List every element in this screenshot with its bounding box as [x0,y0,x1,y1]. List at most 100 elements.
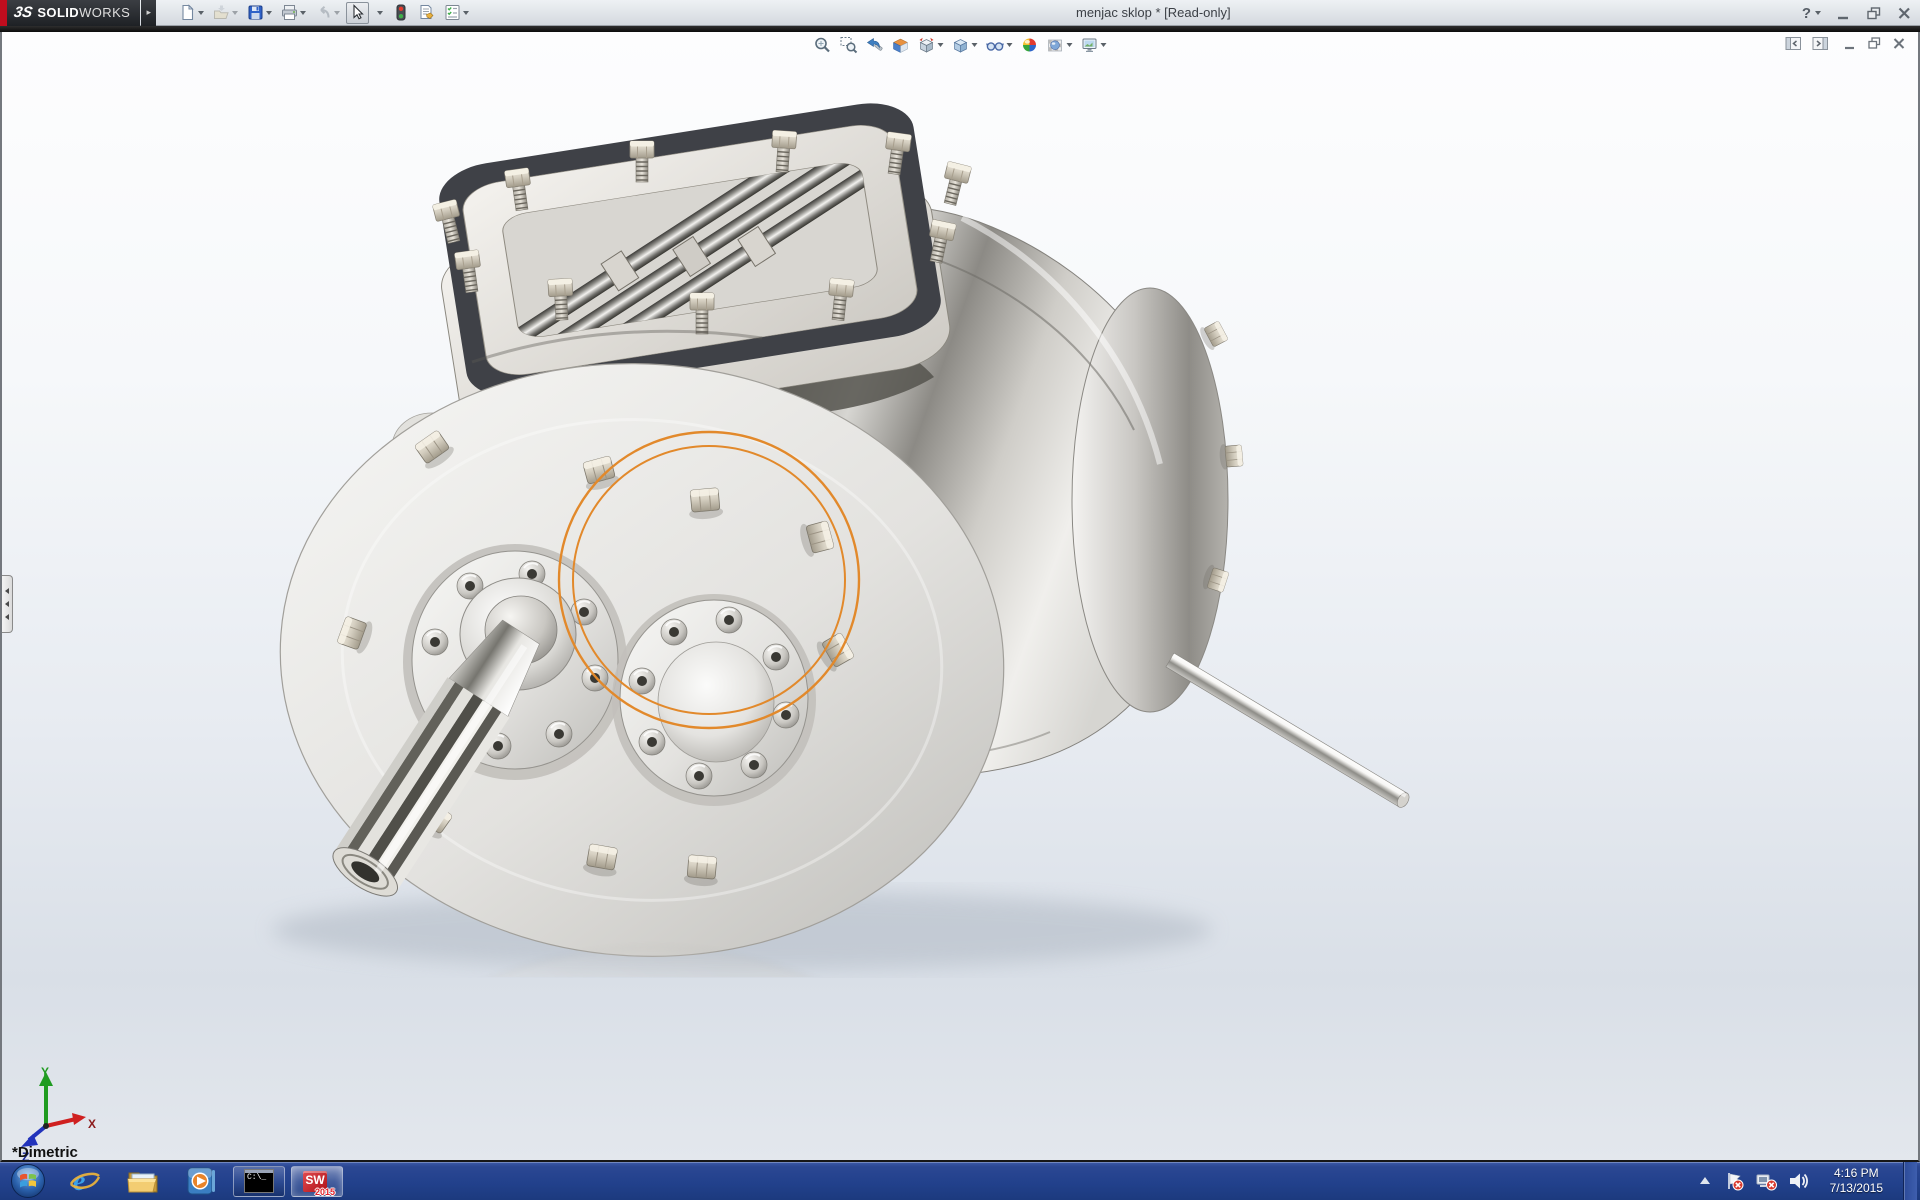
rebuild-button[interactable] [389,2,412,24]
cover-bearing-boss[interactable] [612,594,816,806]
heads-up-view-toolbar [812,35,1109,55]
select-cursor-icon [349,4,366,21]
help-dropdown-caret[interactable] [1815,11,1821,15]
solidworks-logo[interactable]: 3S SOLID WORKS [0,0,140,26]
hide-show-items-button[interactable] [984,35,1015,55]
windows-start-icon [9,1162,47,1200]
folder-icon [126,1166,160,1196]
collapse-pane-left-button[interactable] [1785,36,1802,51]
new-document-button[interactable] [176,2,207,24]
show-hidden-icons-button[interactable] [1697,1174,1713,1188]
triad-x-label: X [88,1117,96,1131]
gearbox-model[interactable] [260,96,1411,980]
3d-viewport-canvas[interactable] [2,32,1920,1162]
menu-expand-button[interactable]: ▸ [141,0,156,26]
taskbar-media-player[interactable] [172,1162,230,1200]
brand-bold: SOLID [37,5,79,20]
action-center-icon[interactable] [1724,1171,1744,1191]
main-toolbar [176,2,472,24]
command-prompt-icon: C:\_ [244,1169,274,1193]
title-bar: 3S SOLID WORKS ▸ [0,0,1920,26]
minimize-button[interactable] [1836,6,1851,21]
document-title: menjac sklop * [Read-only] [1076,0,1231,26]
new-document-icon [179,4,196,21]
save-button[interactable] [244,2,275,24]
save-dropdown-caret[interactable] [266,11,272,15]
clock-date: 7/13/2015 [1830,1181,1883,1196]
view-settings-button[interactable] [1079,35,1109,55]
zoom-to-fit-icon [814,36,832,54]
section-view-button[interactable] [890,35,912,55]
solidworks-window: 3S SOLID WORKS ▸ [0,0,1920,1200]
file-properties-icon [418,4,435,21]
view-orientation-icon [918,36,936,54]
taskbar-solidworks[interactable]: SW 2015 [291,1166,343,1197]
volume-icon[interactable] [1788,1171,1810,1191]
display-style-button[interactable] [950,35,980,55]
close-button[interactable] [1897,6,1912,21]
taskbar-windows-explorer[interactable] [114,1162,172,1200]
svg-text:e: e [73,1166,85,1197]
open-document-icon [213,4,230,21]
taskbar-command-prompt[interactable]: C:\_ [233,1166,285,1197]
print-dropdown-caret[interactable] [300,11,306,15]
doc-restore-button[interactable] [1867,36,1882,51]
select-button[interactable] [346,2,369,24]
taskbar-clock[interactable]: 4:16 PM 7/13/2015 [1830,1166,1883,1196]
help-icon: ? [1802,5,1811,22]
options-button[interactable] [441,2,472,24]
apply-scene-button[interactable] [1045,35,1075,55]
rebuild-traffic-light-icon [392,4,409,21]
start-button[interactable] [0,1162,56,1200]
print-button[interactable] [278,2,309,24]
chevron-left-icon [5,601,9,607]
previous-view-icon [866,36,884,54]
view-orientation-caret[interactable] [938,43,944,47]
select-dropdown-caret [377,11,383,15]
show-desktop-button[interactable] [1903,1162,1917,1200]
zoom-to-area-button[interactable] [838,35,860,55]
network-disconnected-icon[interactable] [1755,1171,1777,1191]
view-settings-caret[interactable] [1101,43,1107,47]
windows-taskbar: e C:\_ [0,1162,1920,1200]
solidworks-2015-icon: SW 2015 [302,1168,332,1195]
zoom-to-area-icon [840,36,858,54]
view-orientation-button[interactable] [916,35,946,55]
open-document-button[interactable] [210,2,241,24]
options-dropdown-caret[interactable] [463,11,469,15]
document-window-controls [1785,36,1906,51]
collapse-pane-right-button[interactable] [1812,36,1829,51]
display-style-caret[interactable] [972,43,978,47]
print-icon [281,4,298,21]
solidworks-year-badge: 2015 [315,1187,335,1197]
restore-button[interactable] [1866,6,1882,21]
feature-tree-collapsed-tab[interactable] [2,575,13,633]
file-properties-button[interactable] [415,2,438,24]
dassault-logo-icon: 3S [13,4,34,21]
open-dropdown-caret[interactable] [232,11,238,15]
undo-button[interactable] [312,2,343,24]
edit-appearance-button[interactable] [1019,35,1041,55]
doc-minimize-button[interactable] [1843,36,1857,51]
undo-dropdown-caret[interactable] [334,11,340,15]
options-icon [444,4,461,21]
hide-show-items-icon [986,36,1005,54]
display-style-icon [952,36,970,54]
zoom-to-fit-button[interactable] [812,35,834,55]
chevron-left-icon [5,588,9,594]
edit-appearance-icon [1021,36,1039,54]
taskbar-internet-explorer[interactable]: e [56,1162,114,1200]
media-player-icon [184,1165,218,1197]
output-shaft[interactable] [1166,653,1412,809]
chevron-left-icon [5,614,9,620]
clock-time: 4:16 PM [1830,1166,1883,1181]
hide-show-items-caret[interactable] [1007,43,1013,47]
doc-close-button[interactable] [1892,36,1906,51]
help-button[interactable]: ? [1802,5,1821,22]
apply-scene-caret[interactable] [1067,43,1073,47]
previous-view-button[interactable] [864,35,886,55]
new-dropdown-caret[interactable] [198,11,204,15]
section-view-icon [892,36,910,54]
select-dropdown-button[interactable] [372,2,386,24]
save-icon [247,4,264,21]
